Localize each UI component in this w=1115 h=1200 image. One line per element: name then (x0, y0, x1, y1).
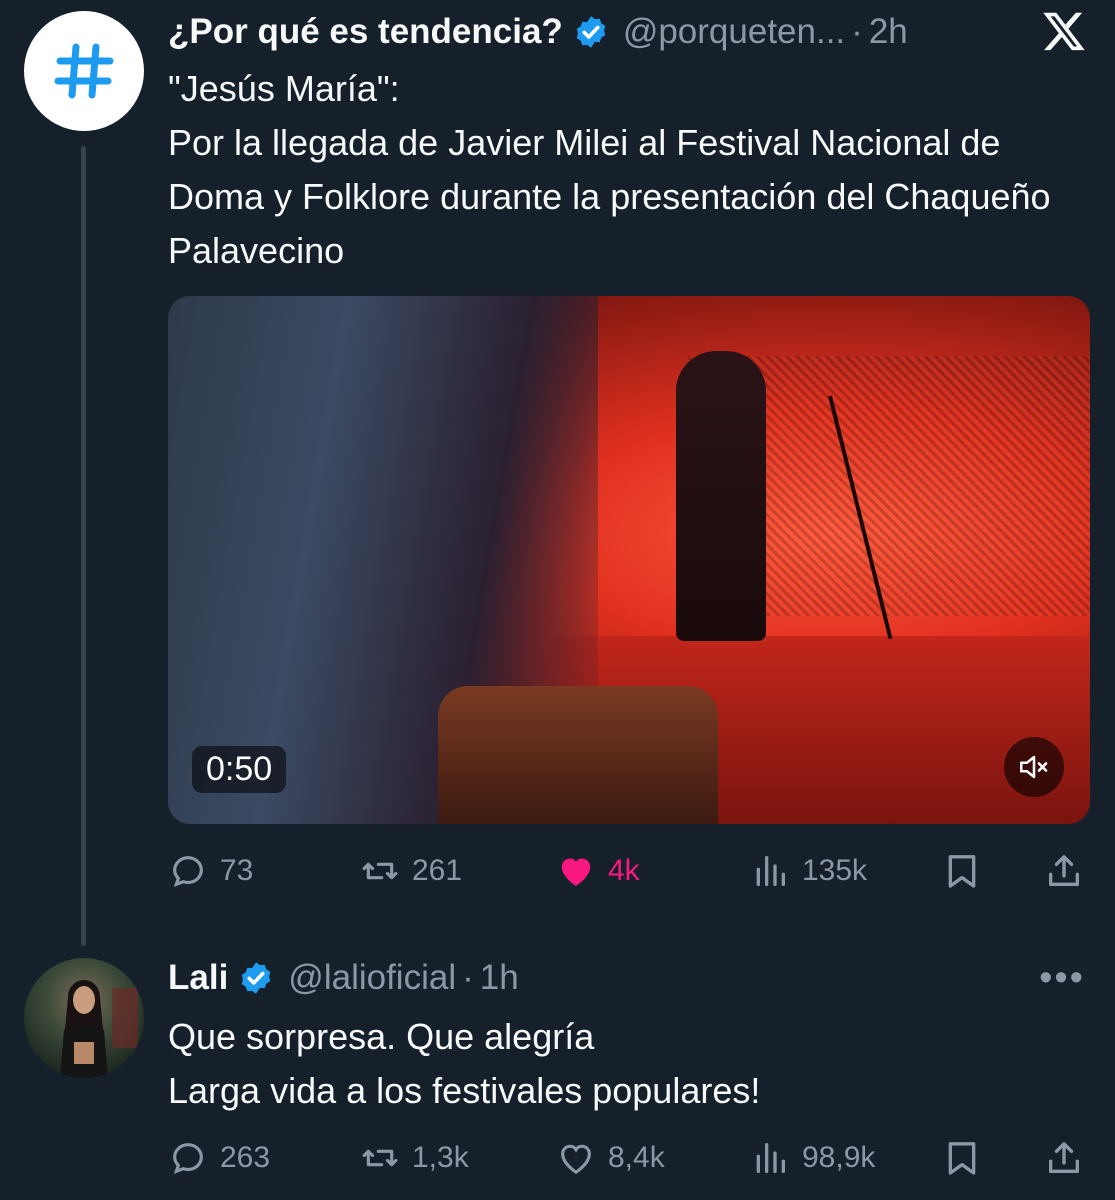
video-singer (676, 351, 766, 641)
tweet-text: Que sorpresa. Que alegría Larga vida a l… (168, 1016, 761, 1111)
views-button[interactable]: 98,9k (750, 1136, 875, 1180)
reply-icon (173, 856, 203, 888)
author-handle[interactable]: @lalioficial (288, 958, 456, 998)
share-button[interactable] (1044, 1136, 1096, 1180)
views-count: 135k (802, 854, 868, 887)
bookmark-button[interactable] (942, 849, 994, 893)
x-logo-icon (1043, 12, 1085, 51)
author-name[interactable]: Lali (168, 958, 228, 998)
retweet-count: 261 (412, 854, 463, 887)
verified-badge-icon (576, 16, 606, 48)
like-button[interactable]: 8,4k (556, 1136, 665, 1180)
avatar-porquetendencia[interactable] (24, 11, 144, 131)
author-handle[interactable]: @porqueten... (623, 12, 845, 52)
bookmark-button[interactable] (942, 1136, 994, 1180)
tweet-actions: 263 1,3k 8,4k 98,9k (168, 1136, 1088, 1180)
views-icon (756, 1143, 785, 1173)
views-icon (756, 856, 785, 886)
separator-dot: · (462, 958, 474, 997)
retweet-count: 1,3k (412, 1141, 469, 1174)
like-button[interactable]: 4k (556, 849, 640, 893)
reply-button[interactable]: 73 (168, 849, 253, 893)
bookmark-icon (948, 1142, 976, 1175)
tweet-header: Lali @lalioficial · 1h (168, 958, 519, 998)
more-options-button[interactable]: ••• (1039, 959, 1085, 997)
avatar-portrait (60, 980, 138, 1078)
tweet-time[interactable]: 2h (869, 12, 908, 52)
tweet-header: ¿Por qué es tendencia? @porqueten... · 2… (168, 12, 908, 52)
retweet-icon (362, 862, 398, 880)
reply-count: 263 (220, 1141, 271, 1174)
share-button[interactable] (1044, 849, 1096, 893)
tweet-actions: 73 261 4k 135k (168, 849, 1088, 893)
mute-button[interactable] (1004, 737, 1064, 797)
tweet-2[interactable]: Lali @lalioficial · 1h ••• Que sorpresa.… (0, 940, 1115, 1200)
like-count: 8,4k (608, 1141, 665, 1174)
heart-icon (561, 1144, 591, 1175)
author-name[interactable]: ¿Por qué es tendencia? (168, 12, 563, 52)
avatar-lali[interactable] (24, 958, 144, 1078)
share-icon (1049, 1142, 1079, 1173)
tweet-video[interactable]: 0:50 (168, 296, 1090, 824)
like-count: 4k (608, 854, 640, 887)
tweet-1[interactable]: ¿Por qué es tendencia? @porqueten... · 2… (0, 0, 1115, 946)
reply-icon (173, 1143, 203, 1175)
reply-button[interactable]: 263 (168, 1136, 270, 1180)
reply-count: 73 (220, 854, 254, 887)
views-count: 98,9k (802, 1141, 876, 1174)
bookmark-icon (948, 855, 976, 888)
separator-dot: · (851, 12, 863, 51)
tweet-text: "Jesús María": Por la llegada de Javier … (168, 68, 1051, 271)
more-icon: ••• (1039, 957, 1085, 999)
heart-icon (561, 858, 591, 886)
video-drum (438, 686, 718, 824)
retweet-button[interactable]: 261 (360, 849, 462, 893)
retweet-icon (362, 1149, 398, 1167)
thread-line (81, 146, 86, 946)
share-icon (1049, 855, 1079, 886)
hashtag-icon (54, 43, 114, 99)
mute-icon (1019, 755, 1048, 779)
retweet-button[interactable]: 1,3k (360, 1136, 469, 1180)
tweet-time[interactable]: 1h (480, 958, 519, 998)
video-duration: 0:50 (192, 746, 287, 793)
views-button[interactable]: 135k (750, 849, 867, 893)
verified-badge-icon (242, 962, 271, 994)
